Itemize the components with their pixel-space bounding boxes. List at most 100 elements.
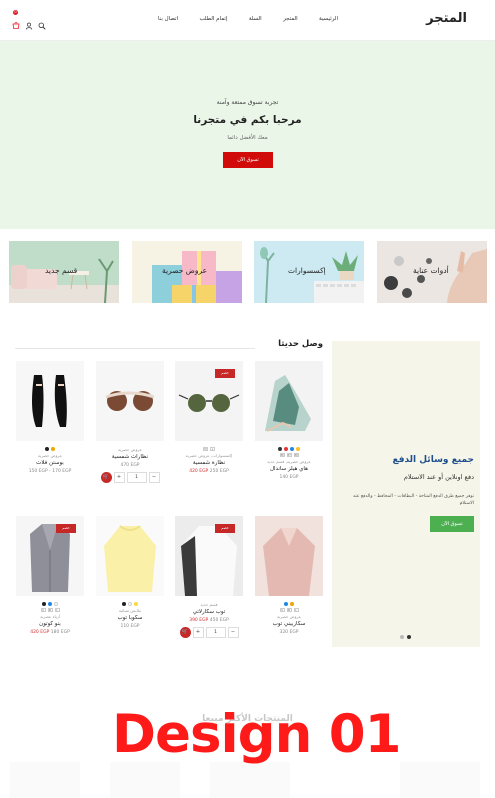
color-swatch[interactable]: [51, 447, 55, 451]
quantity-decrease-button[interactable]: −: [148, 472, 160, 483]
color-swatch[interactable]: [54, 602, 58, 606]
quantity-increase-button[interactable]: +: [113, 472, 125, 483]
product-card[interactable]: خصم M L إكسسوارات, عروض حصرية نظارة شمسي…: [175, 361, 243, 474]
nav-item-shop[interactable]: المتجر: [283, 16, 298, 22]
color-swatch[interactable]: [45, 447, 49, 451]
product-name[interactable]: هاي هيلز ساندال: [255, 466, 323, 472]
size-option[interactable]: 38: [293, 453, 299, 457]
size-option[interactable]: 37: [286, 453, 292, 457]
product-card[interactable]: خصم قسم جديد توب سكارلاتي 390 EGP 450 EG…: [175, 516, 243, 638]
product-card[interactable]: S M L عروض حصرية سكاربيني توب 320 EGP: [255, 516, 323, 635]
color-swatch[interactable]: [290, 447, 294, 451]
product-name[interactable]: نظارة شمسية: [175, 460, 243, 466]
category-card-care[interactable]: أدوات عناية: [377, 241, 487, 303]
product-name[interactable]: سكاربيني توب: [255, 621, 323, 627]
product-name[interactable]: سكوبا توب: [96, 615, 164, 621]
size-option[interactable]: 36: [279, 453, 285, 457]
slider-dot-active[interactable]: [407, 635, 411, 639]
color-swatch[interactable]: [284, 602, 288, 606]
price-new: 420 EGP: [30, 630, 50, 635]
size-option[interactable]: M: [47, 608, 53, 612]
size-option[interactable]: L: [54, 608, 60, 612]
cart-icon[interactable]: 0: [12, 10, 20, 29]
product-category[interactable]: عروض حصرية: [255, 614, 323, 619]
product-category[interactable]: عروض حصرية, قسم جديد: [255, 459, 323, 464]
product-image[interactable]: [96, 361, 164, 441]
product-image[interactable]: خصم: [175, 516, 243, 596]
user-icon[interactable]: [25, 15, 33, 30]
hero-shop-now-button[interactable]: تسوق الآن: [223, 152, 273, 168]
size-option[interactable]: M: [286, 608, 292, 612]
nav-item-home[interactable]: الرئيسية: [319, 16, 338, 22]
color-swatch[interactable]: [128, 602, 132, 606]
color-swatches: [255, 602, 323, 606]
product-name[interactable]: بنو كوتون: [16, 621, 84, 627]
search-icon[interactable]: [38, 15, 46, 30]
product-price: 470 EGP: [120, 463, 140, 468]
category-label: قسم جديد: [45, 266, 78, 275]
product-name[interactable]: بوستن فلات: [16, 460, 84, 466]
product-image[interactable]: [16, 361, 84, 441]
quantity-input[interactable]: 1: [126, 472, 147, 483]
quantity-increase-button[interactable]: +: [192, 627, 204, 638]
price-old: 250 EGP: [209, 469, 229, 474]
product-card[interactable]: عروض حصرية نظارات شمسية 470 EGP 🛒 + 1 −: [96, 361, 164, 483]
color-swatch[interactable]: [290, 602, 294, 606]
color-swatch[interactable]: [134, 602, 138, 606]
color-swatch[interactable]: [296, 447, 300, 451]
product-card[interactable]: خصم S M L أزياء عصرية بنو كوتون 420 EGP …: [16, 516, 84, 635]
site-logo[interactable]: المتجر: [426, 11, 467, 26]
slider-dot[interactable]: [400, 635, 404, 639]
add-to-cart-button[interactable]: 🛒: [179, 627, 191, 638]
nav-item-contact[interactable]: اتصال بنا: [158, 16, 178, 22]
nav-item-checkout[interactable]: إتمام الطلب: [199, 16, 227, 22]
category-card-offers[interactable]: عروض حصرية: [132, 241, 242, 303]
product-name[interactable]: توب سكارلاتي: [175, 609, 243, 615]
category-card-new[interactable]: قسم جديد: [9, 241, 119, 303]
hero-subtitle: تجربة تسوق ممتعة وآمنة: [216, 99, 279, 106]
product-card[interactable]: ملابس نسائية سكوبا توب 110 EGP: [96, 516, 164, 629]
size-option[interactable]: S: [279, 608, 285, 612]
quantity-decrease-button[interactable]: −: [227, 627, 239, 638]
color-swatch[interactable]: [42, 602, 46, 606]
product-image[interactable]: خصم: [16, 516, 84, 596]
nav-item-cart[interactable]: السلة: [249, 16, 262, 22]
category-card-accessories[interactable]: إكسسوارات: [254, 241, 364, 303]
product-card[interactable]: 36 37 38 عروض حصرية, قسم جديد هاي هيلز س…: [255, 361, 323, 480]
product-category[interactable]: عروض حصرية: [96, 447, 164, 452]
section-divider: [15, 348, 255, 349]
size-options: S M L: [255, 608, 323, 612]
size-option[interactable]: S: [40, 608, 46, 612]
product-image[interactable]: [255, 361, 323, 441]
hero-description: معك الأفضل دائما: [227, 135, 268, 141]
product-price: 420 EGP 250 EGP: [175, 469, 243, 474]
faded-product-card: [110, 762, 180, 798]
cart-count-badge: 0: [13, 10, 18, 15]
size-option[interactable]: M: [203, 447, 208, 451]
product-category[interactable]: إكسسوارات, عروض حصرية: [175, 453, 243, 458]
color-swatch[interactable]: [278, 447, 282, 451]
promo-shop-now-button[interactable]: تسوق الآن: [430, 516, 474, 532]
color-swatch[interactable]: [48, 602, 52, 606]
price-new: 420 EGP: [189, 469, 209, 474]
product-category[interactable]: أزياء عصرية: [16, 614, 84, 619]
add-to-cart-button[interactable]: 🛒: [100, 472, 112, 483]
category-label: إكسسوارات: [288, 266, 326, 275]
hero-title: مرحبا بكم في متجرنا: [193, 114, 302, 126]
product-image[interactable]: [255, 516, 323, 596]
product-card[interactable]: عروض حصرية بوستن فلات 150 EGP - 170 EGP: [16, 361, 84, 474]
product-category[interactable]: ملابس نسائية: [96, 608, 164, 613]
color-swatch[interactable]: [284, 447, 288, 451]
quantity-input[interactable]: 1: [205, 627, 226, 638]
site-header: المتجر الرئيسية المتجر السلة إتمام الطلب…: [0, 0, 495, 41]
size-option[interactable]: L: [210, 447, 215, 451]
size-option[interactable]: L: [293, 608, 299, 612]
product-image[interactable]: خصم: [175, 361, 243, 441]
product-category[interactable]: قسم جديد: [175, 602, 243, 607]
color-swatch[interactable]: [122, 602, 126, 606]
product-name[interactable]: نظارات شمسية: [96, 454, 164, 460]
product-image[interactable]: [96, 516, 164, 596]
faded-product-card: [10, 762, 80, 798]
color-swatches: [16, 447, 84, 451]
product-category[interactable]: عروض حصرية: [16, 453, 84, 458]
